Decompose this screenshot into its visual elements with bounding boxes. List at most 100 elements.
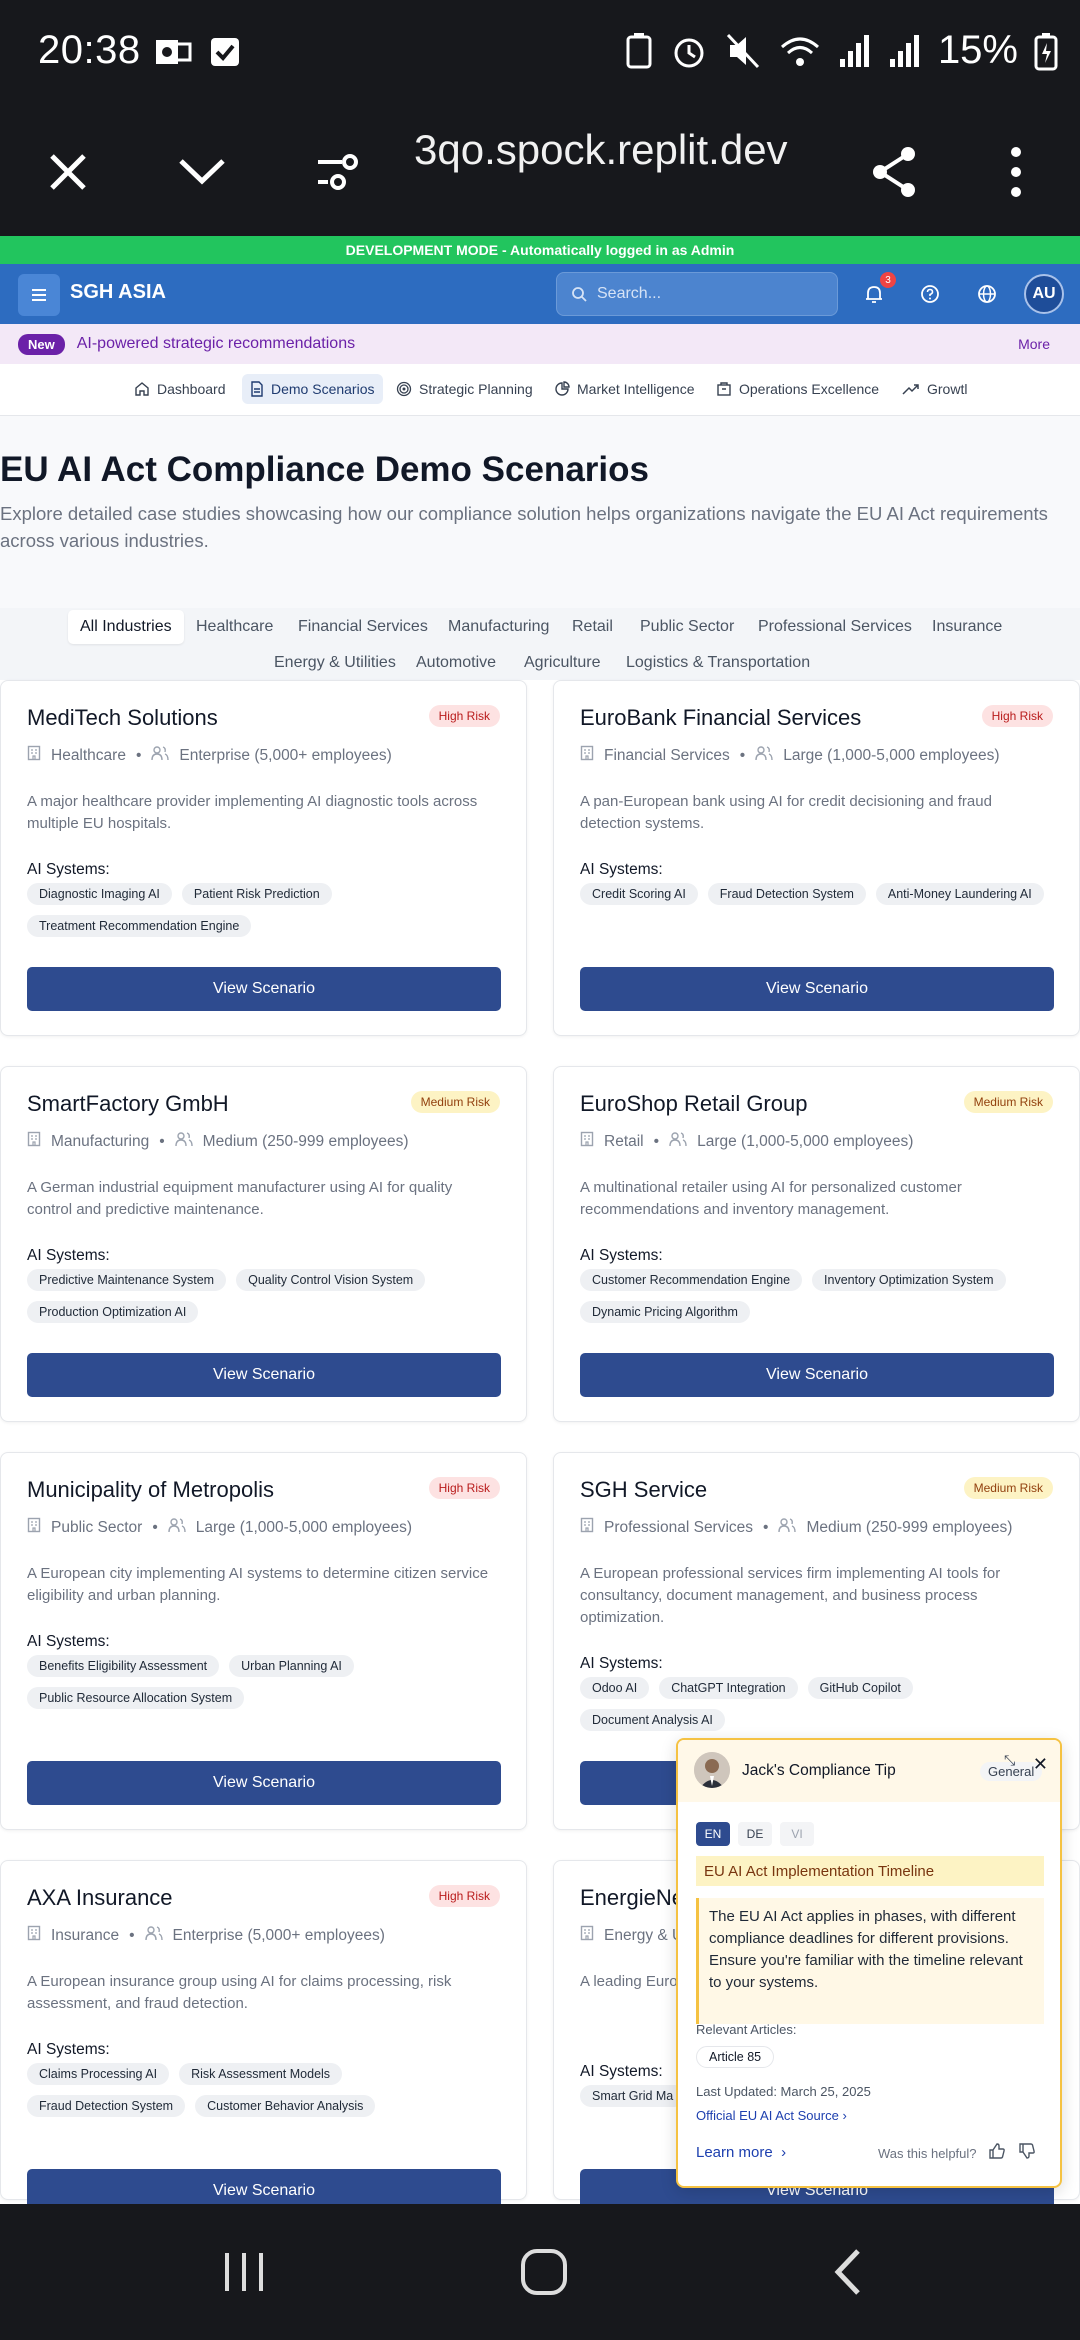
- learn-more-link[interactable]: Learn more ›: [696, 2144, 786, 2161]
- learn-more-label: Learn more: [696, 2144, 773, 2161]
- company-meta: Energy & U: [580, 1925, 683, 1946]
- clock: 20:38: [38, 28, 141, 72]
- article-chip[interactable]: Article 85: [696, 2046, 775, 2068]
- filter-manufacturing[interactable]: Manufacturing: [436, 610, 561, 644]
- tab-strategic-planning[interactable]: Strategic Planning: [388, 374, 541, 404]
- minimize-icon[interactable]: ⤡: [1004, 1752, 1015, 1769]
- user-avatar[interactable]: AU: [1024, 274, 1064, 314]
- chevron-right-icon: ›: [781, 2144, 787, 2161]
- users-icon: [778, 1517, 797, 1538]
- risk-badge: High Risk: [428, 1885, 500, 1907]
- mute-icon: [726, 33, 760, 68]
- source-link-label: Official EU AI Act Source: [696, 2108, 839, 2123]
- view-scenario-button[interactable]: View Scenario: [580, 967, 1054, 1011]
- scenario-card: EuroShop Retail Group Medium Risk Retail •…: [553, 1066, 1080, 1422]
- page-header: EU AI Act Compliance Demo Scenarios Expl…: [0, 416, 1080, 608]
- ai-system-chip: Public Resource Allocation System: [27, 1687, 245, 1709]
- thumbs-up-icon[interactable]: [988, 2142, 1006, 2160]
- scenario-card: EuroBank Financial Services High Risk Fin…: [553, 680, 1080, 1036]
- globe-icon[interactable]: [973, 280, 1001, 308]
- filter-financial-services[interactable]: Financial Services: [286, 610, 440, 644]
- view-scenario-button[interactable]: View Scenario: [27, 1761, 501, 1805]
- ai-system-chip: Benefits Eligibility Assessment: [27, 1655, 220, 1677]
- building-icon: [580, 1925, 594, 1946]
- thumbs-down-icon[interactable]: [1018, 2142, 1036, 2160]
- filter-logistics-transportation[interactable]: Logistics & Transportation: [614, 646, 822, 680]
- filter-professional-services[interactable]: Professional Services: [746, 610, 924, 644]
- tab-operations-excellence[interactable]: Operations Excellence: [708, 374, 887, 404]
- ai-system-chip: Treatment Recommendation Engine: [27, 915, 252, 937]
- more-vert-icon[interactable]: [988, 144, 1044, 200]
- more-link[interactable]: More: [1018, 336, 1050, 352]
- search-input[interactable]: Search...: [556, 272, 838, 316]
- share-icon[interactable]: [866, 144, 922, 200]
- brand-name: SGH ASIA: [70, 281, 166, 303]
- industry: Manufacturing: [51, 1132, 150, 1150]
- company-meta: Insurance • Enterprise (5,000+ employees): [27, 1925, 385, 1946]
- tab-label: Strategic Planning: [419, 381, 533, 397]
- filter-insurance[interactable]: Insurance: [920, 610, 1014, 644]
- url-field[interactable]: 3qo.spock.replit.dev: [414, 126, 834, 174]
- target-icon: [396, 381, 412, 397]
- site-settings-icon[interactable]: [310, 144, 366, 200]
- filter-agriculture[interactable]: Agriculture: [512, 646, 612, 680]
- alarm-icon: [674, 38, 704, 67]
- ai-system-chip: Claims Processing AI: [27, 2063, 170, 2085]
- tab-dashboard[interactable]: Dashboard: [126, 374, 234, 404]
- search-icon: [572, 287, 587, 302]
- recent-apps-icon[interactable]: [214, 2242, 274, 2302]
- industry: Financial Services: [604, 746, 730, 764]
- building-icon: [27, 1925, 41, 1946]
- ai-system-chip: Inventory Optimization System: [812, 1269, 1006, 1291]
- menu-icon[interactable]: [18, 274, 60, 316]
- filter-automotive[interactable]: Automotive: [404, 646, 508, 680]
- company-description: A European city implementing AI systems …: [27, 1565, 489, 1604]
- filter-healthcare[interactable]: Healthcare: [184, 610, 285, 644]
- view-scenario-button[interactable]: View Scenario: [27, 1353, 501, 1397]
- tab-demo-scenarios[interactable]: Demo Scenarios: [242, 374, 383, 404]
- industry: Healthcare: [51, 746, 126, 764]
- view-scenario-button[interactable]: View Scenario: [27, 967, 501, 1011]
- tab-market-intelligence[interactable]: Market Intelligence: [546, 374, 703, 404]
- close-icon[interactable]: ✕: [1033, 1754, 1048, 1775]
- close-tab-icon[interactable]: [40, 144, 96, 200]
- filter-retail[interactable]: Retail: [560, 610, 625, 644]
- filter-public-sector[interactable]: Public Sector: [628, 610, 746, 644]
- company-name: EuroShop Retail Group: [580, 1091, 808, 1116]
- lang-vi[interactable]: VI: [780, 1822, 814, 1846]
- users-icon: [168, 1517, 186, 1538]
- company-name: AXA Insurance: [27, 1885, 173, 1910]
- ai-systems-label: AI Systems:: [580, 1655, 663, 1672]
- chevron-down-icon[interactable]: [174, 144, 230, 200]
- company-description: A German industrial equipment manufactur…: [27, 1179, 453, 1218]
- source-link[interactable]: Official EU AI Act Source ›: [696, 2108, 847, 2123]
- ai-system-chip: Dynamic Pricing Algorithm: [580, 1301, 750, 1323]
- separator-dot: •: [135, 746, 142, 764]
- industry: Professional Services: [604, 1518, 754, 1536]
- view-scenario-button[interactable]: View Scenario: [580, 1353, 1054, 1397]
- ai-systems-label: AI Systems:: [27, 1247, 110, 1264]
- tab-label: Dashboard: [157, 381, 226, 397]
- company-description: A multinational retailer using AI for pe…: [580, 1179, 962, 1218]
- industry: Retail: [604, 1132, 644, 1150]
- back-icon[interactable]: [818, 2242, 878, 2302]
- separator-dot: •: [763, 1518, 769, 1536]
- lang-de[interactable]: DE: [738, 1822, 772, 1846]
- home-button-icon[interactable]: [514, 2242, 574, 2302]
- filter-energy-utilities[interactable]: Energy & Utilities: [262, 646, 408, 680]
- tab-growth[interactable]: Growtl: [894, 374, 975, 404]
- users-icon: [669, 1131, 687, 1152]
- signal-icon: [839, 34, 869, 67]
- compliance-tip-popup: Jack's Compliance Tip General ⤡ ✕ EN DE …: [676, 1738, 1062, 2188]
- company-description: A European insurance group using AI for …: [27, 1973, 452, 2012]
- filter-all-industries[interactable]: All Industries: [68, 610, 184, 644]
- ai-systems-list: Customer Recommendation Engine Inventory …: [580, 1269, 1060, 1323]
- help-icon[interactable]: [916, 280, 944, 308]
- ai-system-chip: Document Analysis AI: [580, 1709, 725, 1731]
- ai-systems-list: Credit Scoring AI Fraud Detection System A…: [580, 883, 1060, 905]
- lang-en[interactable]: EN: [696, 1822, 730, 1846]
- ai-systems-list: Diagnostic Imaging AI Patient Risk Predic…: [27, 883, 507, 937]
- users-icon: [151, 745, 170, 766]
- company-size: Large (1,000-5,000 employees): [697, 1132, 914, 1150]
- promo-text[interactable]: AI-powered strategic recommendations: [77, 335, 355, 353]
